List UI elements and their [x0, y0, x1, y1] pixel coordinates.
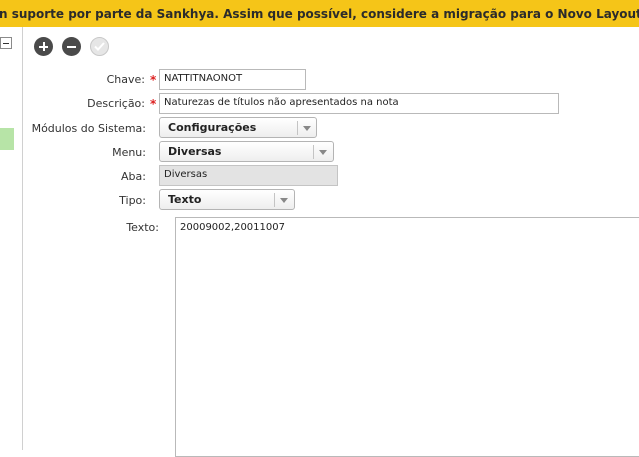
chevron-down-icon	[280, 198, 288, 203]
banner-message: n suporte por parte da Sankhya. Assim qu…	[0, 7, 639, 21]
check-circle-icon	[94, 42, 105, 51]
descricao-label: Descrição:	[87, 97, 145, 110]
collapse-panel-icon[interactable]	[0, 37, 12, 49]
aba-readonly-field: Diversas	[159, 165, 338, 186]
aba-label: Aba:	[121, 170, 146, 183]
modulos-selected-value: Configurações	[168, 121, 257, 134]
texto-textarea[interactable]: 20009002,20011007	[175, 217, 639, 457]
chave-required-mark: *	[150, 73, 157, 87]
chevron-down-icon	[319, 150, 327, 155]
modulos-select[interactable]: Configurações	[159, 117, 317, 138]
menu-select[interactable]: Diversas	[159, 141, 334, 162]
tipo-label: Tipo:	[119, 194, 146, 207]
confirm-button[interactable]	[90, 37, 109, 56]
minus-circle-icon	[67, 45, 76, 48]
chave-label: Chave:	[106, 73, 145, 86]
modulos-label: Módulos do Sistema:	[31, 122, 146, 135]
tipo-select[interactable]: Texto	[159, 189, 295, 210]
chevron-down-icon	[303, 126, 311, 131]
chave-input[interactable]: NATTITNAONOT	[159, 69, 306, 90]
left-side-panel	[0, 27, 23, 450]
add-button[interactable]	[34, 37, 53, 56]
remove-button[interactable]	[62, 37, 81, 56]
menu-label: Menu:	[112, 146, 146, 159]
descricao-required-mark: *	[150, 97, 157, 111]
texto-label: Texto:	[126, 221, 159, 234]
descricao-input[interactable]: Naturezas de títulos não apresentados na…	[159, 93, 559, 114]
tipo-selected-value: Texto	[168, 193, 202, 206]
legacy-layout-warning-banner: n suporte por parte da Sankhya. Assim qu…	[0, 0, 639, 27]
menu-selected-value: Diversas	[168, 145, 222, 158]
